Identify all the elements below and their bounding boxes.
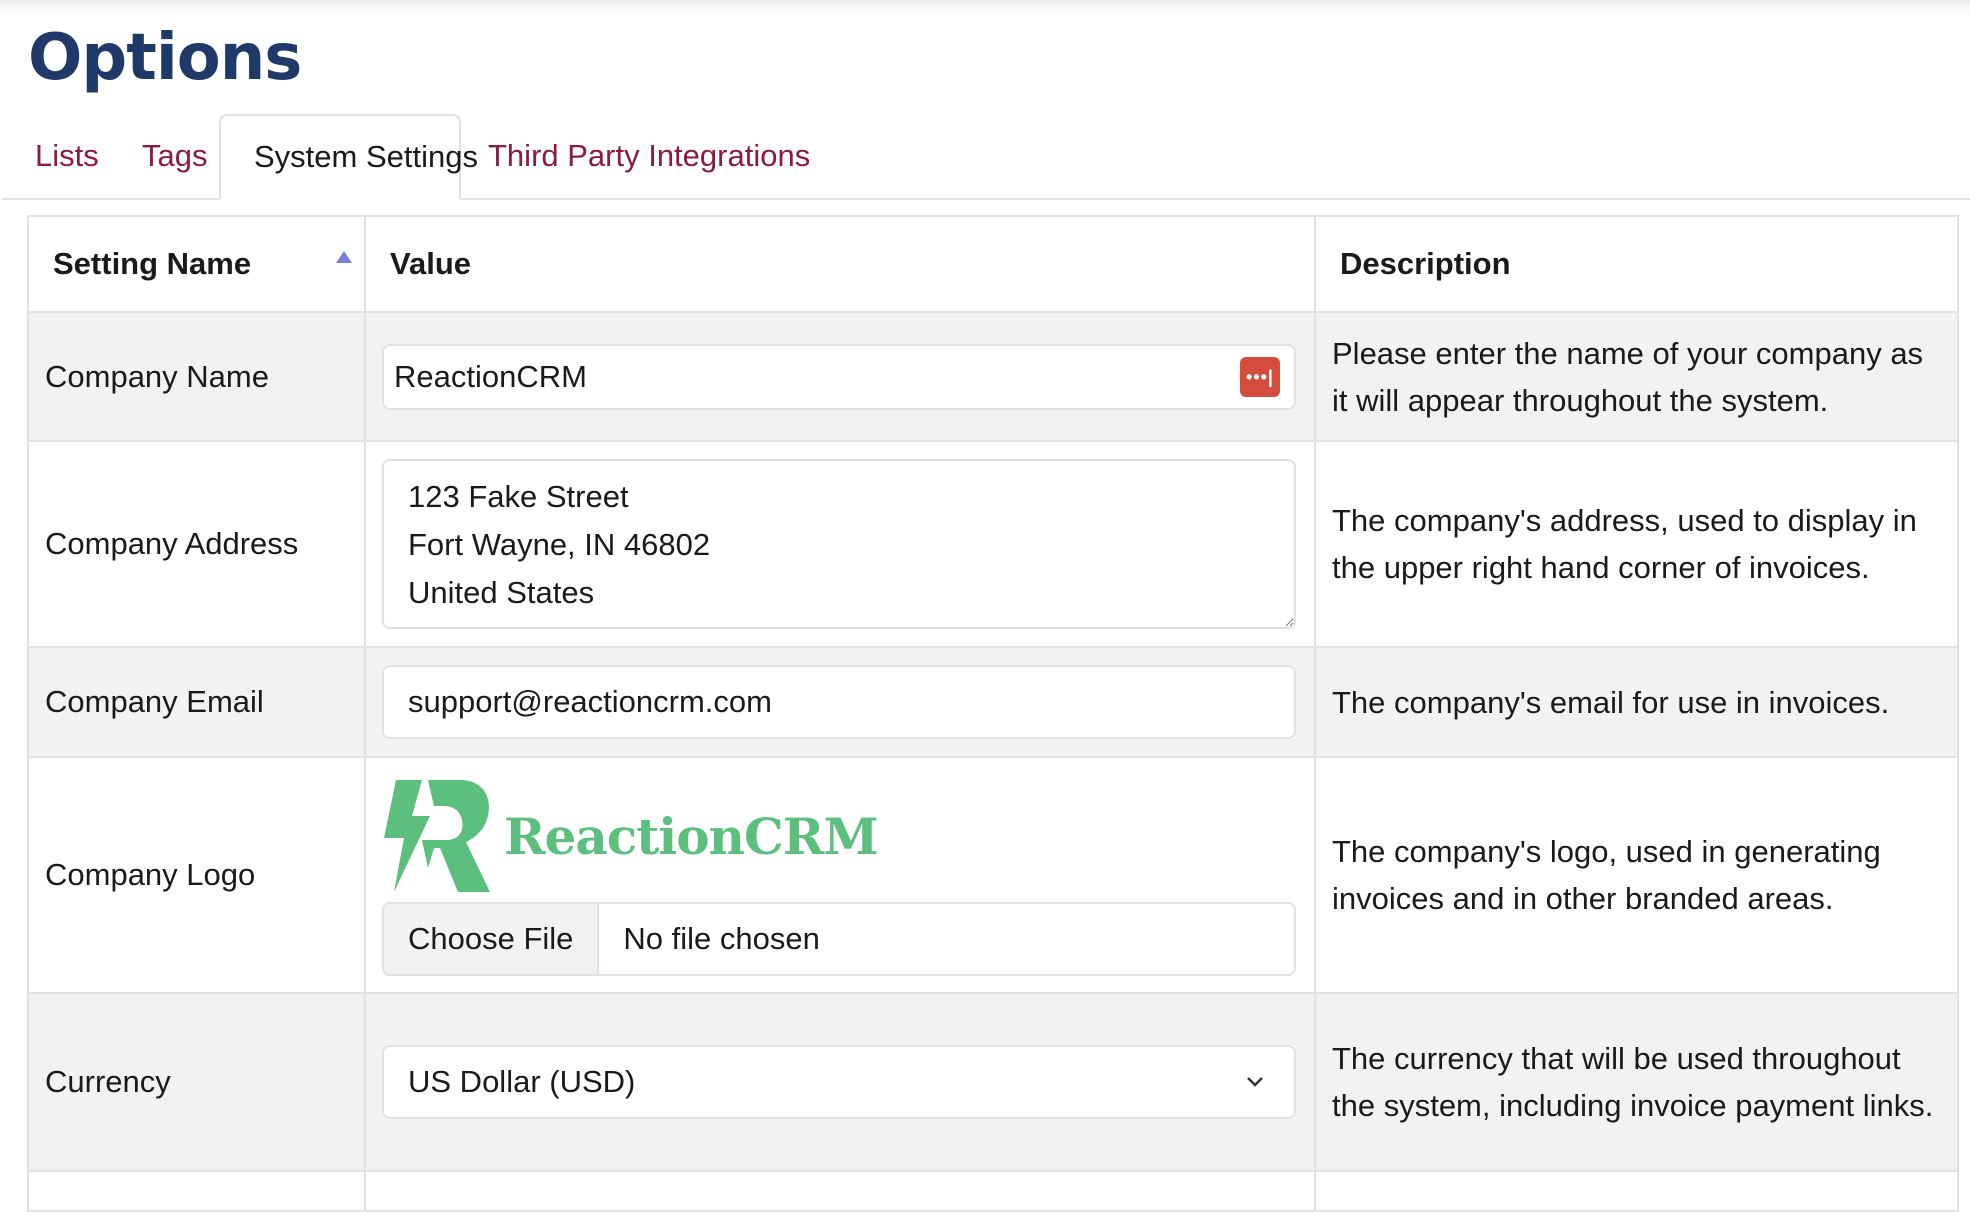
currency-select[interactable]: US Dollar (USD) <box>382 1045 1296 1119</box>
chevron-down-icon <box>1247 1077 1263 1087</box>
setting-name: Company Email <box>27 646 366 758</box>
currency-selected-value: US Dollar (USD) <box>408 1064 636 1099</box>
settings-table: Setting Name Value Description Company N… <box>27 215 1959 1212</box>
setting-description: The company's address, used to display i… <box>1314 440 1959 648</box>
table-row: Company Name •••| Please enter the name … <box>27 311 1959 442</box>
setting-name: Company Name <box>27 311 366 442</box>
column-header-description: Description <box>1314 215 1959 313</box>
password-manager-icon[interactable]: •••| <box>1240 356 1280 397</box>
sort-ascending-icon[interactable] <box>336 251 352 263</box>
setting-description: The currency that will be used throughou… <box>1314 992 1959 1172</box>
table-row: Company Logo ReactionCRM Choose File No … <box>27 756 1959 994</box>
reaction-crm-logo-mark <box>384 780 490 892</box>
logo-wordmark: ReactionCRM <box>504 806 879 866</box>
setting-value <box>364 646 1316 758</box>
top-shadow <box>0 0 1970 14</box>
column-header-value: Value <box>364 215 1316 313</box>
column-header-label: Setting Name <box>53 246 252 281</box>
logo-file-input[interactable]: Choose File No file chosen <box>382 902 1296 976</box>
setting-description: Please enter the name of your company as… <box>1314 311 1959 442</box>
setting-value: US Dollar (USD) <box>364 992 1316 1172</box>
setting-value: •••| <box>364 311 1316 442</box>
table-row <box>27 1170 1959 1212</box>
company-name-input[interactable] <box>382 343 1296 410</box>
table-row: Currency US Dollar (USD) The currency th… <box>27 992 1959 1172</box>
setting-description: The company's email for use in invoices. <box>1314 646 1959 758</box>
company-email-input[interactable] <box>382 665 1296 739</box>
tab-bar: Lists Tags System Settings Third Party I… <box>2 114 1970 200</box>
table-header-row: Setting Name Value Description <box>27 215 1959 313</box>
setting-name: Company Address <box>27 440 366 648</box>
choose-file-button[interactable]: Choose File <box>384 904 600 974</box>
settings-table-container: Setting Name Value Description Company N… <box>27 215 1959 1215</box>
company-logo-image: ReactionCRM <box>382 776 1298 896</box>
file-status-text: No file chosen <box>599 904 1294 974</box>
column-header-setting-name[interactable]: Setting Name <box>27 215 366 313</box>
company-address-textarea[interactable]: 123 Fake Street Fort Wayne, IN 46802 Uni… <box>382 459 1296 629</box>
table-row: Company Email The company's email for us… <box>27 646 1959 758</box>
company-name-field-wrapper: •••| <box>382 343 1296 410</box>
tab-system-settings[interactable]: System Settings <box>219 114 478 200</box>
setting-value: ReactionCRM Choose File No file chosen <box>364 756 1316 994</box>
setting-value: 123 Fake Street Fort Wayne, IN 46802 Uni… <box>364 440 1316 648</box>
setting-description: The company's logo, used in generating i… <box>1314 756 1959 994</box>
page-title: Options <box>28 21 302 95</box>
setting-name: Currency <box>27 992 366 1172</box>
setting-name: Company Logo <box>27 756 366 994</box>
tab-third-party-integrations[interactable]: Third Party Integrations <box>455 114 843 198</box>
table-row: Company Address 123 Fake Street Fort Way… <box>27 440 1959 648</box>
